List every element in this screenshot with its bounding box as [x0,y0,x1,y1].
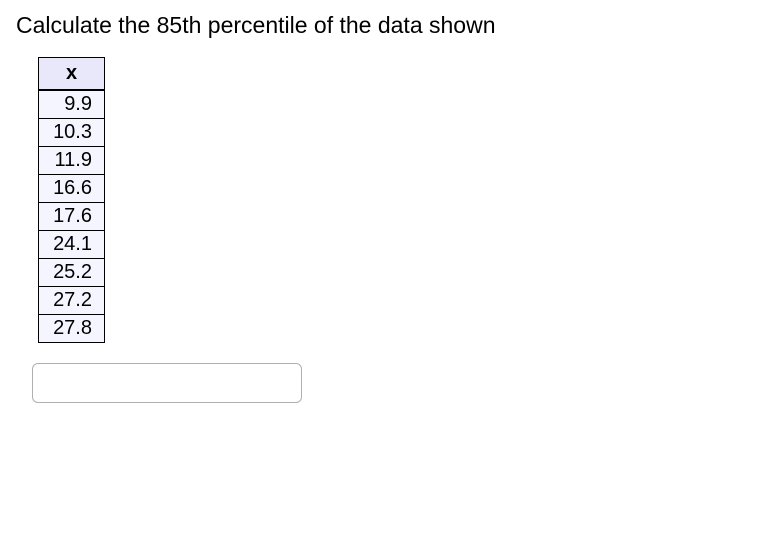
table-row: 9.9 [39,90,105,119]
question-prompt: Calculate the 85th percentile of the dat… [16,12,750,39]
table-header-x: x [39,58,105,91]
table-cell: 17.6 [39,203,105,231]
table-cell: 27.2 [39,287,105,315]
table-row: 10.3 [39,119,105,147]
table-cell: 10.3 [39,119,105,147]
table-row: 24.1 [39,231,105,259]
table-row: 25.2 [39,259,105,287]
table-row: 17.6 [39,203,105,231]
table-cell: 11.9 [39,147,105,175]
table-row: 11.9 [39,147,105,175]
table-body: 9.9 10.3 11.9 16.6 17.6 24.1 25.2 27.2 2… [39,90,105,343]
table-cell: 24.1 [39,231,105,259]
data-table: x 9.9 10.3 11.9 16.6 17.6 24.1 25.2 27.2… [38,57,105,343]
table-row: 27.8 [39,315,105,343]
table-cell: 25.2 [39,259,105,287]
table-row: 16.6 [39,175,105,203]
table-cell: 16.6 [39,175,105,203]
table-row: 27.2 [39,287,105,315]
table-cell: 27.8 [39,315,105,343]
table-cell: 9.9 [39,90,105,119]
answer-input[interactable] [32,363,302,403]
